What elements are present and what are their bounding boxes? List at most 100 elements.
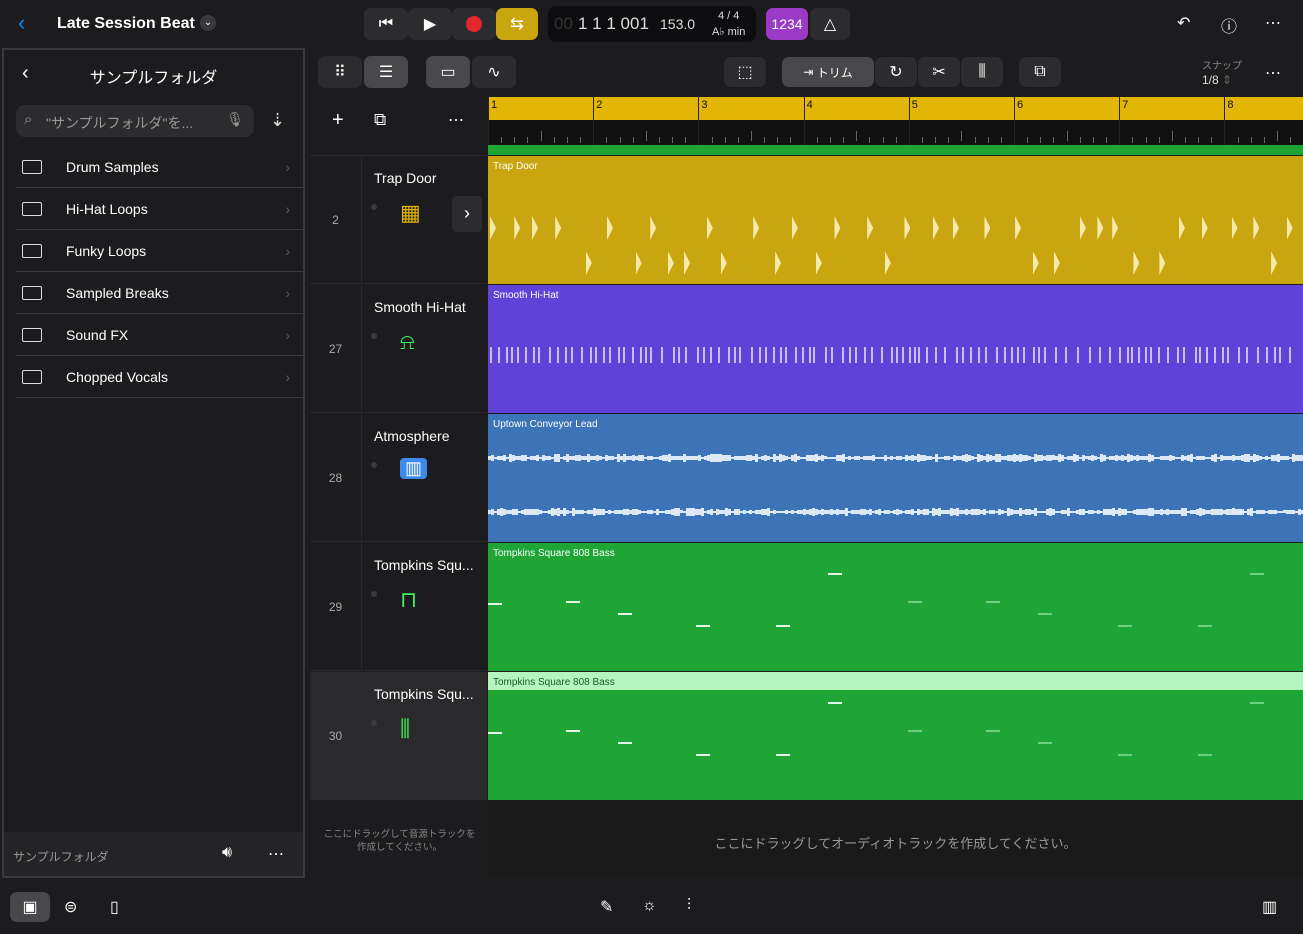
track-name[interactable]: Smooth Hi-Hat: [374, 299, 466, 315]
microphone-icon[interactable]: 🎙: [226, 111, 244, 128]
track-name[interactable]: Trap Door: [374, 170, 437, 186]
track-header[interactable]: 29 Tompkins Squ... ⊓: [310, 543, 487, 671]
folder-item[interactable]: Drum Samples›: [16, 146, 304, 188]
cycle-button[interactable]: ⇆: [496, 8, 538, 40]
note-mark: [908, 730, 922, 732]
more-icon[interactable]: ⋯: [448, 110, 464, 130]
note-mark: [673, 347, 675, 363]
audio-drop-hint: ここにドラッグしてオーディオトラックを作成してください。: [488, 833, 1303, 852]
region-label: Trap Door: [493, 161, 538, 172]
instrument-drop-zone[interactable]: ここにドラッグして音源トラックを作成してください。: [310, 800, 487, 878]
collapse-icon[interactable]: ⇣: [270, 110, 285, 131]
note-mark: [488, 732, 502, 734]
region[interactable]: Uptown Conveyor Lead: [488, 414, 1303, 542]
note-mark: [996, 347, 998, 363]
record-button[interactable]: [452, 8, 496, 40]
folder-label: Drum Samples: [66, 159, 159, 175]
region[interactable]: Tompkins Square 808 Bass: [488, 543, 1303, 671]
rewind-button[interactable]: ⏮: [364, 8, 408, 40]
select-icon[interactable]: ⬚: [724, 57, 766, 87]
track-header[interactable]: 27 Smooth Hi-Hat ⍾: [310, 285, 487, 413]
note-mark: [1198, 754, 1212, 756]
undo-icon[interactable]: ↶: [1177, 13, 1190, 33]
cycle-region[interactable]: [488, 97, 1303, 120]
folder-item[interactable]: Sound FX›: [16, 314, 304, 356]
region[interactable]: Tompkins Square 808 Bass: [488, 672, 1303, 800]
track-header[interactable]: 28 Atmosphere ▥: [310, 414, 487, 542]
hi-hat-icon: ⍾: [400, 329, 415, 355]
track-name[interactable]: Tompkins Squ...: [374, 557, 474, 573]
track-status-dot: [371, 204, 377, 210]
project-title[interactable]: Late Session Beat: [57, 15, 195, 33]
inspector-icon[interactable]: ▯: [110, 897, 119, 917]
note-mark: [728, 347, 730, 363]
folder-item[interactable]: Chopped Vocals›: [16, 356, 304, 398]
folder-item[interactable]: Hi-Hat Loops›: [16, 188, 304, 230]
folder-icon: [22, 370, 42, 384]
search-input[interactable]: ⌕ "サンプルフォルダ"を... 🎙: [16, 105, 254, 137]
snap-value[interactable]: 1/8 ⇕: [1202, 73, 1232, 87]
note-mark: [1023, 347, 1025, 363]
beat-tick: [751, 131, 752, 141]
grid-view-icon[interactable]: ⠿: [318, 56, 362, 88]
play-button[interactable]: ▶: [408, 8, 452, 40]
bar-number: 7: [1122, 99, 1128, 111]
metronome-icon[interactable]: △: [810, 8, 850, 40]
folder-item[interactable]: Funky Loops›: [16, 230, 304, 272]
smart-controls-icon[interactable]: ☼: [642, 897, 657, 915]
note-mark: [607, 216, 613, 240]
note-mark: [1195, 347, 1197, 363]
more-icon[interactable]: ⋯: [1265, 63, 1281, 83]
add-track-icon[interactable]: +: [332, 109, 344, 132]
track-number: 30: [310, 672, 362, 799]
region[interactable]: Smooth Hi-Hat: [488, 285, 1303, 413]
help-icon[interactable]: ⓘ: [1221, 13, 1237, 37]
more-icon[interactable]: ⋯: [268, 844, 284, 864]
beat-tick: [725, 137, 726, 143]
copy-icon[interactable]: ⧉: [1019, 57, 1061, 87]
scissors-icon[interactable]: ✂: [918, 57, 960, 87]
beat-tick: [1001, 137, 1002, 143]
bar-number: 5: [912, 99, 918, 111]
track-status-dot: [371, 720, 377, 726]
automation-icon[interactable]: ∿: [472, 56, 516, 88]
region[interactable]: Trap Door: [488, 156, 1303, 284]
mixer-icon[interactable]: ⫶: [687, 897, 691, 915]
duplicate-track-icon[interactable]: ⧉: [374, 110, 386, 130]
track-header[interactable]: 30 Tompkins Squ... ⫼: [310, 672, 487, 800]
trim-tool-button[interactable]: ⇥ トリム: [782, 57, 874, 87]
split-icon[interactable]: ⫼: [961, 57, 1003, 87]
back-icon[interactable]: ‹: [18, 10, 25, 36]
track-header[interactable]: 2 Trap Door ▦ ›: [310, 156, 487, 284]
search-placeholder: "サンプルフォルダ"を...: [46, 113, 193, 133]
folder-label: Hi-Hat Loops: [66, 201, 148, 217]
speaker-icon[interactable]: 🔊︎: [222, 844, 232, 862]
track-name[interactable]: Atmosphere: [374, 428, 449, 444]
more-icon[interactable]: ⋯: [1265, 13, 1281, 33]
note-mark: [1118, 625, 1132, 627]
chevron-down-icon[interactable]: ⌄: [200, 15, 216, 31]
loop-tool-icon[interactable]: ↻: [875, 57, 917, 87]
note-mark: [871, 347, 873, 363]
note-mark: [718, 347, 720, 363]
note-mark: [885, 251, 891, 275]
keyboard-icon[interactable]: ▥: [1262, 897, 1277, 917]
region-view-icon[interactable]: ▭: [426, 56, 470, 88]
lcd-display[interactable]: 00 1 1 1 001 153.0 4 / 4 A♭ min: [548, 6, 756, 42]
chevron-right-icon[interactable]: ›: [452, 196, 482, 232]
note-mark: [566, 601, 580, 603]
pencil-icon[interactable]: ✎: [600, 897, 613, 917]
timeline-ruler[interactable]: 12345678: [488, 97, 1303, 155]
audio-drop-zone[interactable]: ここにドラッグしてオーディオトラックを作成してください。: [488, 800, 1303, 878]
track-name[interactable]: Tompkins Squ...: [374, 686, 474, 702]
note-mark: [533, 347, 535, 363]
beat-tick: [1290, 137, 1291, 143]
folder-item[interactable]: Sampled Breaks›: [16, 272, 304, 314]
tracks-view-icon[interactable]: ☰: [364, 56, 408, 88]
browser-toggle-icon[interactable]: ▣: [10, 892, 50, 922]
count-in-button[interactable]: 1234: [766, 8, 808, 40]
note-mark: [532, 216, 538, 240]
note-mark: [1055, 347, 1057, 363]
note-mark: [668, 251, 674, 275]
controls-toggle-icon[interactable]: ⊜: [64, 897, 77, 917]
